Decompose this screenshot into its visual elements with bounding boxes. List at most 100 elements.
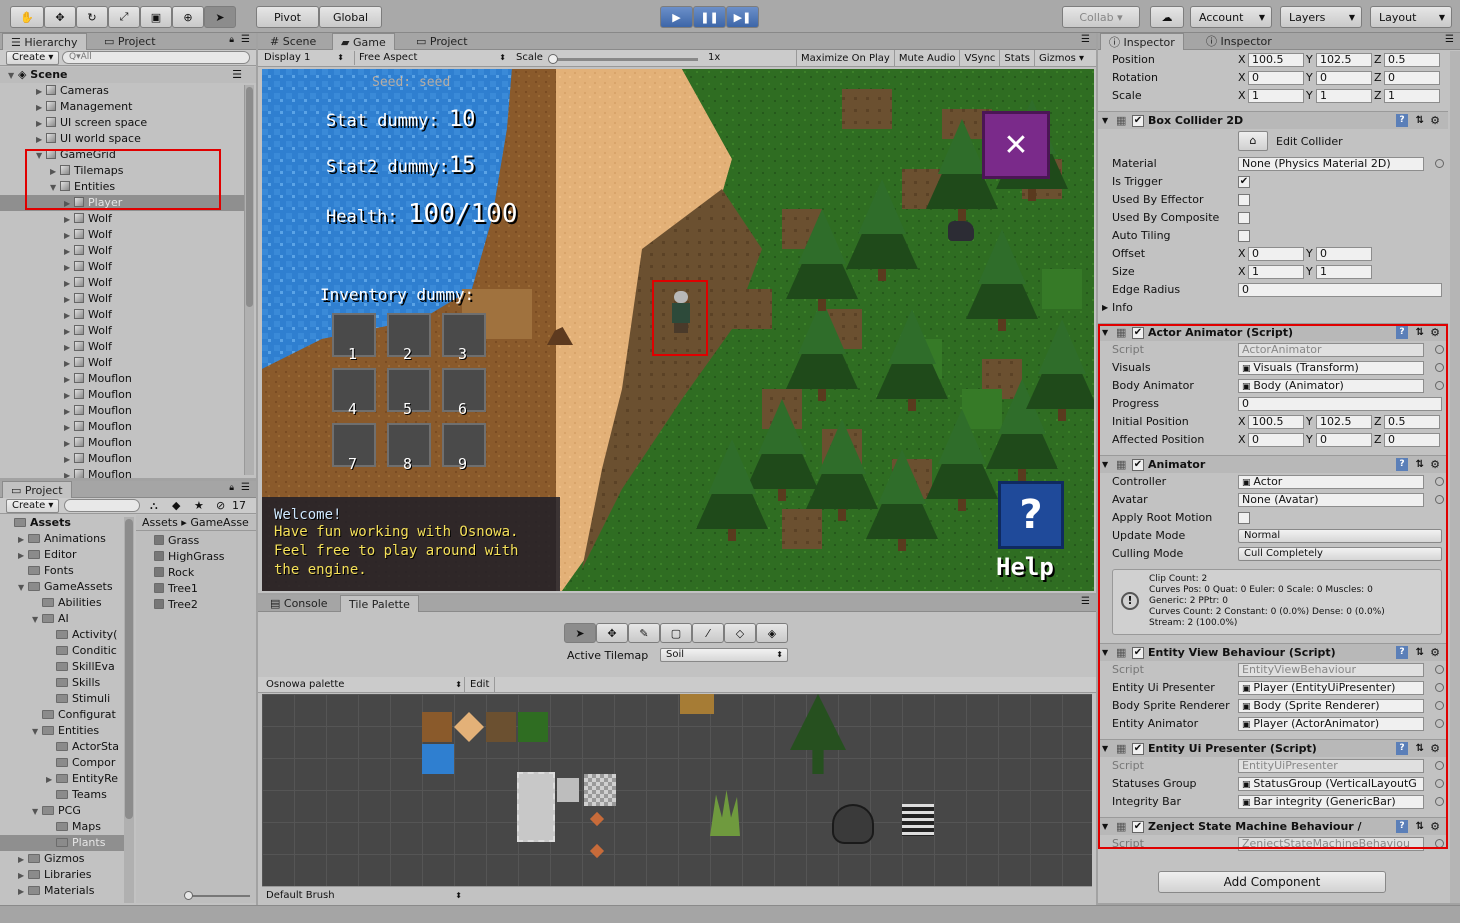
expand-arrow-icon[interactable]: ▶ <box>36 132 46 148</box>
palette-tile-flower[interactable] <box>589 843 605 859</box>
project-folder-item[interactable]: Conditic <box>0 643 124 659</box>
palette-tile-soil[interactable] <box>486 712 516 742</box>
palette-edit-button[interactable]: Edit <box>464 677 496 693</box>
palette-tile-water[interactable] <box>422 744 454 774</box>
hierarchy-item[interactable]: ▶ UI screen space <box>0 115 244 131</box>
hierarchy-item[interactable]: ▶ Wolf <box>0 259 244 275</box>
hierarchy-item[interactable]: ▶ Mouflon <box>0 451 244 467</box>
object-picker-icon[interactable] <box>1435 159 1444 168</box>
gear-icon[interactable]: ⚙ <box>1430 112 1440 130</box>
project-folder-item[interactable]: ▶ Animations <box>0 531 124 547</box>
hierarchy-item[interactable]: ▶ UI world space <box>0 131 244 147</box>
tab-inspector-2[interactable]: ⓘ Inspector <box>1198 33 1280 50</box>
palette-tile-dirt[interactable] <box>422 712 452 742</box>
expand-arrow-icon[interactable]: ▶ <box>64 212 74 228</box>
expand-arrow-icon[interactable]: ▶ <box>64 340 74 356</box>
hierarchy-item[interactable]: ▶ Wolf <box>0 355 244 371</box>
collapse-arrow-icon[interactable]: ▼ <box>32 804 42 820</box>
checkbox[interactable] <box>1238 230 1250 242</box>
project-folder-item[interactable]: ActorSta <box>0 739 124 755</box>
property-field[interactable]: 1 <box>1248 89 1304 103</box>
scale-slider[interactable] <box>548 54 698 64</box>
project-folder-item[interactable]: ▼ AI <box>0 611 124 627</box>
hierarchy-item[interactable]: ▶ Wolf <box>0 243 244 259</box>
scale-tool-icon[interactable]: ⤢ <box>108 6 140 28</box>
property-field[interactable]: 100.5 <box>1248 53 1304 67</box>
hierarchy-item[interactable]: ▶ Mouflon <box>0 371 244 387</box>
tab-tile-palette[interactable]: Tile Palette <box>340 595 419 612</box>
transform-tool-icon[interactable]: ⊕ <box>172 6 204 28</box>
hierarchy-item[interactable]: ▶ Mouflon <box>0 435 244 451</box>
palette-tile-tree[interactable] <box>790 694 846 774</box>
hierarchy-item[interactable]: ▶ Mouflon <box>0 467 244 478</box>
palette-grid[interactable] <box>262 694 1092 886</box>
project-folder-item[interactable]: ▶ Editor <box>0 547 124 563</box>
palette-tile-tallgrass[interactable] <box>710 790 740 836</box>
property-field[interactable]: 0 <box>1248 71 1304 85</box>
global-button[interactable]: Global <box>319 6 382 28</box>
tab-inspector-1[interactable]: ⓘ Inspector <box>1100 33 1184 50</box>
lock-icon[interactable]: 🔒︎ <box>229 483 234 493</box>
expand-arrow-icon[interactable]: ▶ <box>64 356 74 372</box>
panel-menu-icon[interactable]: ☰ <box>1445 34 1454 45</box>
active-tilemap-dropdown[interactable]: Soil ⬍ <box>660 648 788 662</box>
component-header[interactable]: ▼ ▦ ✔ Box Collider 2D? ⇅ ⚙ <box>1098 111 1448 129</box>
pivot-button[interactable]: Pivot <box>256 6 319 28</box>
hierarchy-item[interactable]: ▶ Mouflon <box>0 419 244 435</box>
game-toggle-button[interactable]: Maximize On Play <box>796 50 894 67</box>
collapse-arrow-icon[interactable]: ▼ <box>18 580 28 596</box>
filter-label-icon[interactable]: ◆ <box>172 499 180 512</box>
palette-tile-flower[interactable] <box>589 811 605 827</box>
property-field[interactable]: 0 <box>1316 71 1372 85</box>
project-tree-scrollbar[interactable] <box>124 517 134 903</box>
project-file-item[interactable]: Rock <box>136 565 256 581</box>
lock-icon[interactable]: 🔒︎ <box>229 35 234 45</box>
hierarchy-item[interactable]: ▶ Wolf <box>0 275 244 291</box>
hierarchy-item[interactable]: ▶ Wolf <box>0 307 244 323</box>
inspector-scrollbar[interactable] <box>1450 51 1460 903</box>
expand-arrow-icon[interactable]: ▶ <box>18 868 28 884</box>
panel-menu-icon[interactable]: ☰ <box>241 482 250 493</box>
expand-arrow-icon[interactable]: ▶ <box>18 548 28 564</box>
expand-arrow-icon[interactable]: ▶ <box>18 884 28 900</box>
tab-project[interactable]: ▭ Project <box>96 33 164 50</box>
project-folder-item[interactable]: Compor <box>0 755 124 771</box>
hierarchy-item[interactable]: ▶ Wolf <box>0 211 244 227</box>
project-folder-item[interactable]: SkillEva <box>0 659 124 675</box>
property-field[interactable]: 1 <box>1384 89 1440 103</box>
filter-type-icon[interactable]: ⛬ <box>150 499 158 513</box>
property-field[interactable]: 0 <box>1316 247 1372 261</box>
palette-tile-fence[interactable] <box>902 804 934 836</box>
project-folder-item[interactable]: ▶ Materials <box>0 883 124 899</box>
project-folder-item[interactable]: ▼ GameAssets <box>0 579 124 595</box>
checkbox[interactable] <box>1238 194 1250 206</box>
palette-tile-sand[interactable] <box>454 712 484 742</box>
project-folder-item[interactable]: ▶ Gizmos <box>0 851 124 867</box>
property-field[interactable]: 1 <box>1248 265 1304 279</box>
collapse-arrow-icon[interactable]: ▼ <box>32 612 42 628</box>
rotate-tool-icon[interactable]: ↻ <box>76 6 108 28</box>
move-tool-icon[interactable]: ✥ <box>44 6 76 28</box>
project-file-item[interactable]: Tree1 <box>136 581 256 597</box>
palette-tile-wall[interactable] <box>517 772 555 842</box>
move-tool-icon[interactable]: ✥ <box>596 623 628 643</box>
game-toggle-button[interactable]: Stats <box>999 50 1034 67</box>
property-field[interactable]: 1 <box>1316 89 1372 103</box>
property-field[interactable]: 102.5 <box>1316 53 1372 67</box>
help-icon[interactable]: ? <box>1396 114 1408 127</box>
expand-arrow-icon[interactable]: ▶ <box>64 308 74 324</box>
expand-arrow-icon[interactable]: ▶ <box>64 228 74 244</box>
project-folder-item[interactable]: Maps <box>0 819 124 835</box>
project-folder-item[interactable]: Assets <box>0 515 124 531</box>
project-folder-item[interactable]: Fonts <box>0 563 124 579</box>
expand-arrow-icon[interactable]: ▶ <box>64 324 74 340</box>
expand-arrow-icon[interactable]: ▶ <box>64 468 74 478</box>
expand-arrow-icon[interactable]: ▶ <box>64 372 74 388</box>
help-button[interactable]: ? <box>998 481 1064 549</box>
add-component-button[interactable]: Add Component <box>1158 871 1386 893</box>
expand-arrow-icon[interactable]: ▶ <box>64 420 74 436</box>
hand-tool-icon[interactable]: ✋ <box>10 6 44 28</box>
game-toggle-button[interactable]: VSync <box>959 50 999 67</box>
project-folder-item[interactable]: Configurat <box>0 707 124 723</box>
expand-arrow-icon[interactable]: ▶ <box>64 244 74 260</box>
